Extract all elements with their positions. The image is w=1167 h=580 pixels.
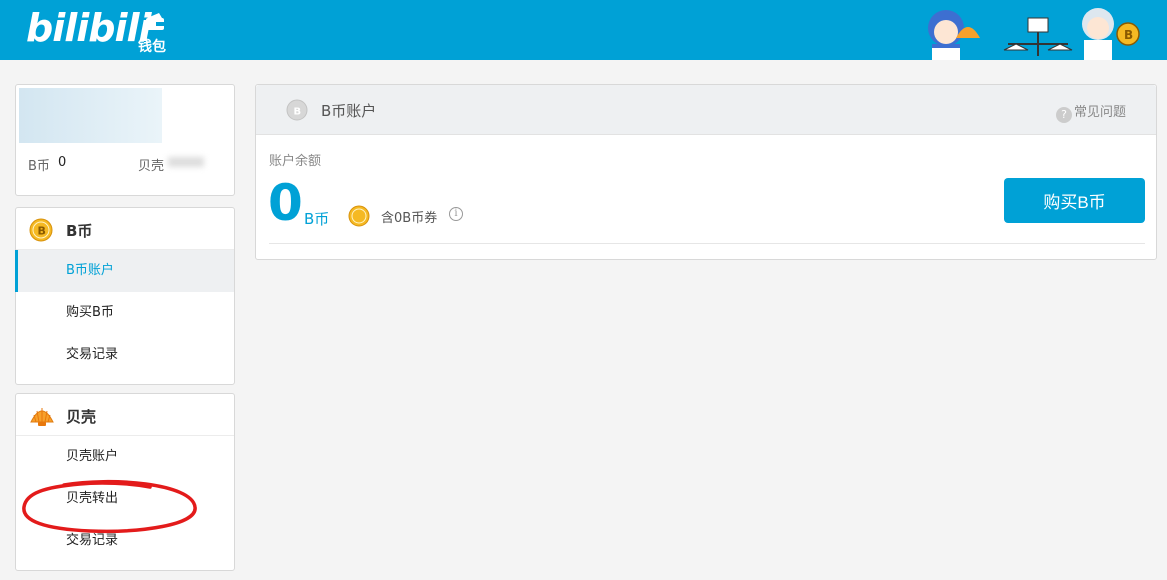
svg-text:B: B — [38, 225, 46, 238]
coin-coupon-icon — [348, 205, 370, 227]
info-icon[interactable]: i — [449, 207, 463, 221]
shell-stat-label: 贝壳 — [138, 159, 165, 174]
mascot-illustration: B — [928, 8, 1140, 60]
divider — [269, 243, 1145, 244]
wallet-icon — [146, 13, 164, 30]
wallet-label: 钱包 — [138, 39, 166, 55]
bcoin-menu-header: B B币 — [16, 208, 234, 250]
question-icon: ? — [1055, 107, 1072, 123]
sidebar-item-shell-transfer[interactable]: 贝壳转出 — [16, 478, 234, 520]
sidebar-item-shell-account[interactable]: 贝壳账户 — [16, 436, 234, 478]
bcoin-menu-title: B币 — [66, 222, 93, 240]
shell-icon — [30, 408, 54, 426]
shell-menu-title: 贝壳 — [66, 408, 97, 426]
bcoin-stat-value: 0 — [58, 155, 67, 170]
svg-text:B: B — [294, 107, 302, 118]
shell-menu-header: 贝壳 — [16, 394, 234, 436]
balance-label: 账户余额 — [269, 154, 322, 169]
faq-label: 常见问题 — [1073, 105, 1126, 120]
avatar — [19, 88, 162, 143]
top-bar: bilibili 钱包 B — [0, 0, 1167, 60]
coupon-text: 含0B币券 — [381, 211, 438, 226]
bcoin-gray-icon: B — [286, 99, 308, 121]
panel-header: B B币账户 ? 常见问题 — [256, 85, 1156, 135]
panel-title: B币账户 — [321, 102, 377, 120]
shell-menu: 贝壳 贝壳账户 贝壳转出 交易记录 — [15, 393, 235, 571]
wallet-badge: 钱包 — [138, 10, 172, 56]
svg-text:B: B — [1124, 28, 1133, 42]
shell-stat-value-blurred — [168, 157, 204, 167]
bcoin-icon: B — [29, 218, 53, 242]
buy-bcoin-button[interactable]: 购买B币 — [1004, 178, 1145, 223]
sidebar-item-bcoin-account[interactable]: B币账户 — [15, 250, 234, 292]
user-summary-card: B币 0 贝壳 — [15, 84, 235, 196]
bcoin-menu: B B币 B币账户 购买B币 交易记录 — [15, 207, 235, 385]
sidebar-item-shell-transactions[interactable]: 交易记录 — [16, 520, 234, 562]
balance-value: 0 — [268, 174, 303, 232]
balance-unit: B币 — [304, 210, 330, 228]
bilibili-logo[interactable]: bilibili — [26, 6, 152, 50]
bcoin-stat-label: B币 — [28, 159, 50, 174]
bcoin-account-panel: B B币账户 ? 常见问题 账户余额 0 B币 含0B币券 i 购买B币 — [255, 84, 1157, 260]
sidebar-item-buy-bcoin[interactable]: 购买B币 — [16, 292, 234, 334]
faq-link[interactable]: ? 常见问题 — [1055, 101, 1126, 123]
sidebar-item-bcoin-transactions[interactable]: 交易记录 — [16, 334, 234, 376]
